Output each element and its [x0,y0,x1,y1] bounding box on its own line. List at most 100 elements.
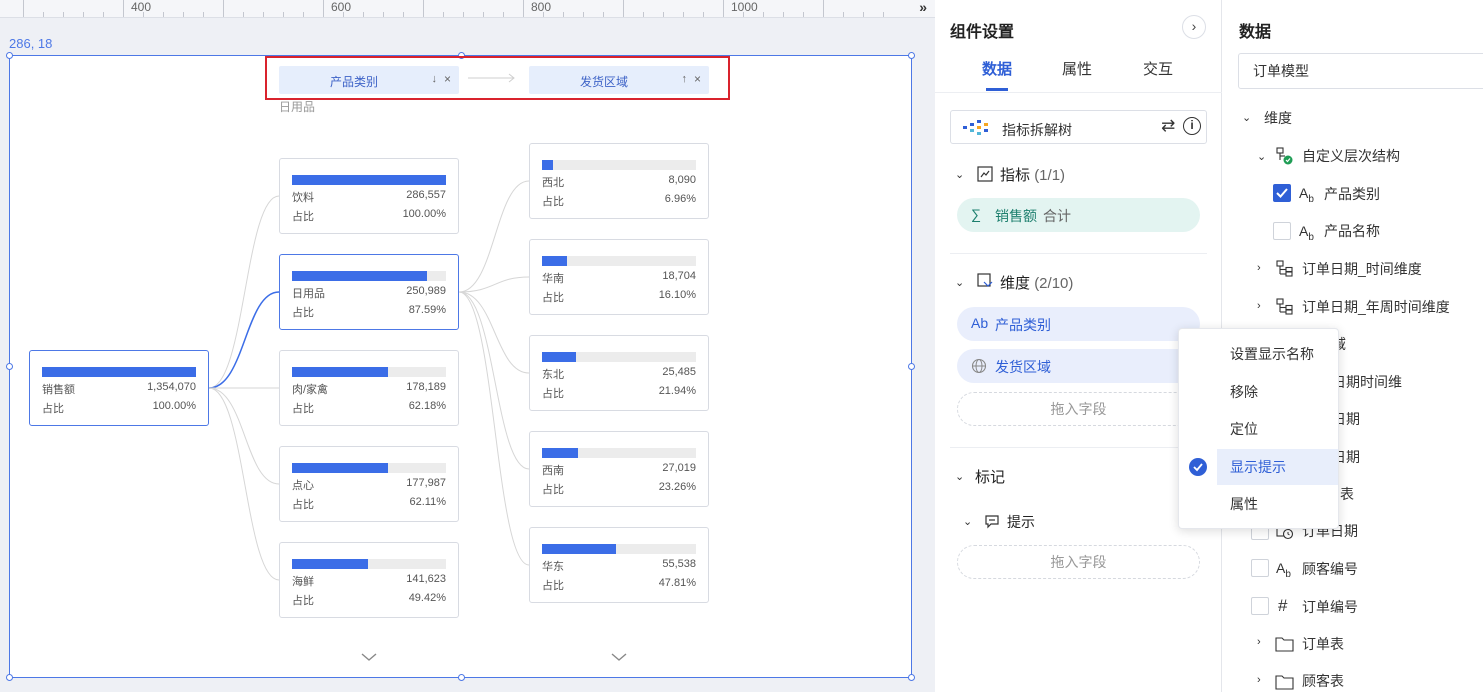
chevron-down-icon[interactable]: ⌄ [955,276,964,289]
node-ratio: 23.26% [658,481,696,493]
tree-item-hierarchy[interactable]: 订单日期_年周时间维度 [1302,296,1450,318]
field-checkbox[interactable] [1251,559,1269,577]
tree-field[interactable]: 订单编号 [1302,596,1358,618]
ratio-bar-fill [292,559,369,569]
menu-item-locate[interactable]: 定位 [1217,411,1338,447]
drill-chip-product-category[interactable]: 产品类别 ↓ × [279,66,459,94]
tree-node-root[interactable]: 销售额 1,354,070 占比 100.00% [29,350,209,426]
ratio-bar [542,448,696,458]
measure-field-pill[interactable]: ∑ 销售额 合计 [957,198,1200,232]
tree-node-level1[interactable]: 饮料 286,557 占比 100.00% [279,158,459,234]
model-select[interactable]: 订单模型 [1238,53,1483,89]
canvas-area[interactable]: 400 600 800 1000 » 286, 18 产品类别 ↓ × 发货区域… [0,0,935,692]
info-icon[interactable]: i [1183,117,1201,135]
node-name: 华东 [542,561,564,573]
chevron-down-icon[interactable]: ⌄ [955,470,964,483]
tree-group-dimensions[interactable]: 维度 [1264,107,1292,129]
chevron-right-icon[interactable]: › [1257,674,1261,686]
tree-item[interactable]: 表 [1340,483,1354,505]
node-ratio-label: 占比 [542,196,564,208]
tree-node-level1[interactable]: 肉/家禽 178,189 占比 62.18% [279,350,459,426]
node-ratio: 62.11% [409,496,447,508]
node-ratio-label: 占比 [42,403,64,415]
field-context-menu: 设置显示名称 移除 定位 显示提示 属性 [1178,328,1339,529]
chevron-down-icon[interactable]: ⌄ [1242,111,1251,124]
tab-properties[interactable]: 属性 [1062,58,1092,79]
tree-item-custom-hierarchy[interactable]: 自定义层次结构 [1302,145,1400,167]
node-name: 西南 [542,465,564,477]
chevron-down-icon[interactable] [360,648,378,666]
section-title-dimensions[interactable]: 维度 (2/10) [1000,272,1073,293]
ratio-bar-fill [42,367,196,377]
tree-node-level2[interactable]: 华东 55,538 占比 47.81% [529,527,709,603]
chevron-right-icon[interactable]: › [1182,15,1206,39]
menu-item-show-tooltip[interactable]: 显示提示 [1217,449,1338,485]
close-icon[interactable]: × [694,72,701,86]
drill-chip-ship-region[interactable]: 发货区域 ↑ × [529,66,709,94]
tooltip-drop-zone[interactable]: 拖入字段 [957,545,1200,579]
panel-title: 组件设置 [950,24,1015,41]
chevron-right-icon[interactable]: › [1257,636,1261,648]
node-ratio: 16.10% [658,289,696,301]
menu-item-remove[interactable]: 移除 [1217,374,1338,410]
ratio-bar [292,367,446,377]
tree-node-level1[interactable]: 日用品 250,989 占比 87.59% [279,254,459,330]
tab-data[interactable]: 数据 [982,58,1012,79]
ratio-bar [542,544,696,554]
node-ratio: 6.96% [664,193,696,205]
chevron-down-icon[interactable]: ⌄ [1257,150,1266,163]
tree-node-level1[interactable]: 海鲜 141,623 占比 49.42% [279,542,459,618]
divider [935,92,1222,93]
sort-asc-icon[interactable]: ↑ [682,73,688,85]
text-type-icon: Ab [1299,185,1314,205]
node-name: 日用品 [292,288,325,300]
section-label: 指标 [1000,167,1031,184]
tab-interaction[interactable]: 交互 [1143,58,1173,79]
tree-field[interactable]: 产品类别 [1324,183,1380,205]
close-icon[interactable]: × [444,72,451,86]
chevron-down-icon[interactable] [610,648,628,666]
tree-node-level2[interactable]: 华南 18,704 占比 16.10% [529,239,709,315]
section-title-measures[interactable]: 指标 (1/1) [1000,164,1065,185]
line-chart-icon [977,166,993,182]
node-value: 8,090 [668,174,696,186]
tree-node-level2[interactable]: 西南 27,019 占比 23.26% [529,431,709,507]
chevron-right-icon[interactable]: › [1257,300,1261,312]
dimension-drop-zone[interactable]: 拖入字段 [957,392,1200,426]
field-checkbox[interactable] [1251,597,1269,615]
swap-icon[interactable]: ⇄ [1161,116,1175,136]
dimension-label: 产品类别 [995,317,1051,333]
tree-node-level2[interactable]: 西北 8,090 占比 6.96% [529,143,709,219]
menu-item-rename[interactable]: 设置显示名称 [1217,336,1338,372]
chevron-down-icon[interactable]: ⌄ [963,515,972,528]
chevron-down-icon[interactable]: ⌄ [955,168,964,181]
connector [208,195,280,389]
text-type-icon: Ab [1276,560,1291,580]
chevron-right-icon[interactable]: › [1257,262,1261,274]
measure-pill-text: 销售额 合计 [995,206,1071,226]
menu-item-properties[interactable]: 属性 [1217,486,1338,522]
section-title-marks[interactable]: 标记 [975,466,1005,487]
tree-field[interactable]: 顾客编号 [1302,558,1358,580]
dimension-label: 发货区域 [995,359,1051,375]
tree-item-hierarchy[interactable]: 订单日期_时间维度 [1302,258,1422,280]
section-count: (2/10) [1034,275,1074,292]
tooltip-section-title[interactable]: 提示 [1007,512,1035,532]
tree-item[interactable]: 日期时间维 [1332,371,1402,393]
tree-folder[interactable]: 订单表 [1302,633,1344,655]
tree-field[interactable]: 产品名称 [1324,220,1380,242]
chart-type-selector[interactable]: 指标拆解树 ⇄ i [950,110,1207,144]
field-checkbox[interactable] [1273,184,1291,202]
dimension-field-pill[interactable]: Ab 产品类别 [957,307,1200,341]
sort-desc-icon[interactable]: ↓ [432,73,438,85]
connector [458,180,530,293]
dimension-field-pill[interactable]: 发货区域 [957,349,1200,383]
tree-node-level2[interactable]: 东北 25,485 占比 21.94% [529,335,709,411]
hierarchy-icon [1276,298,1293,315]
tree-node-level1[interactable]: 点心 177,987 占比 62.11% [279,446,459,522]
field-checkbox[interactable] [1273,222,1291,240]
ratio-bar-fill [542,160,553,170]
connector-active [208,291,280,389]
tree-folder[interactable]: 顾客表 [1302,670,1344,692]
ratio-bar [542,256,696,266]
